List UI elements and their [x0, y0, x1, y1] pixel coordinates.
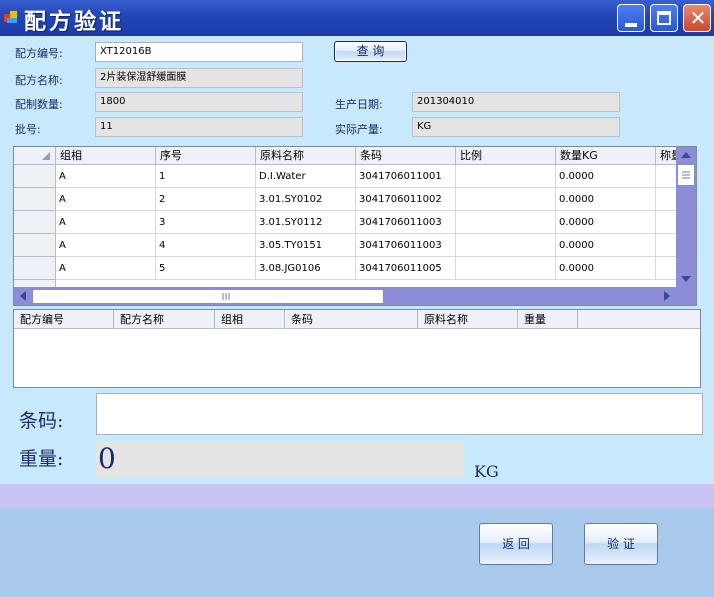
- grid-cell[interactable]: A: [56, 165, 156, 188]
- grid-cell[interactable]: D.I.Water: [256, 165, 356, 188]
- close-icon: ✕: [689, 6, 707, 30]
- minimize-button[interactable]: [617, 4, 645, 32]
- weight-label: 重量:: [19, 448, 64, 470]
- app-icon: [4, 10, 20, 24]
- status-strip: [0, 484, 714, 508]
- record-col-weight[interactable]: 重量: [518, 310, 578, 329]
- grid-cell[interactable]: [456, 188, 556, 211]
- actual-output-label: 实际产量:: [335, 123, 383, 136]
- grid-cell[interactable]: 3.01.SY0112: [256, 211, 356, 234]
- column-header-qty[interactable]: 数量KG: [556, 147, 656, 165]
- scroll-down-icon[interactable]: [676, 271, 696, 287]
- grid-cell[interactable]: 3041706011003: [356, 211, 456, 234]
- production-date-label: 生产日期:: [335, 98, 383, 111]
- recipe-name-label: 配方名称:: [15, 74, 63, 87]
- column-header-phase[interactable]: 组相: [56, 147, 156, 165]
- grid-cell[interactable]: 2: [156, 188, 256, 211]
- grid-cell[interactable]: 3041706011005: [356, 257, 456, 280]
- minimize-icon: [625, 23, 637, 27]
- column-header-seq[interactable]: 序号: [156, 147, 256, 165]
- grid-cell[interactable]: 5: [156, 257, 256, 280]
- grid-cell[interactable]: A: [56, 211, 156, 234]
- production-date-field: 201304010: [412, 92, 620, 112]
- row-header[interactable]: [14, 165, 56, 188]
- grid-cell[interactable]: 0.0000: [556, 257, 656, 280]
- grip-icon: [222, 293, 230, 300]
- grid-cell[interactable]: 0.0000: [556, 234, 656, 257]
- record-col-recipe-code[interactable]: 配方编号: [14, 310, 114, 329]
- grid-cell[interactable]: 4: [156, 234, 256, 257]
- record-col-filler: [578, 310, 700, 329]
- grid-cell[interactable]: 0.0000: [556, 211, 656, 234]
- scroll-corner: [676, 287, 696, 305]
- row-header[interactable]: [14, 211, 56, 234]
- batch-qty-field: 1800: [95, 92, 303, 112]
- grid-cell[interactable]: [456, 165, 556, 188]
- recipe-code-label: 配方编号:: [15, 47, 63, 60]
- weight-display: 0: [96, 441, 464, 477]
- weight-unit: KG: [474, 462, 499, 481]
- lot-no-label: 批号:: [15, 123, 41, 136]
- grid-cell[interactable]: [456, 211, 556, 234]
- grid-cell[interactable]: 3: [156, 211, 256, 234]
- column-header-material[interactable]: 原料名称: [256, 147, 356, 165]
- record-col-phase[interactable]: 组相: [215, 310, 285, 329]
- barcode-label: 条码:: [19, 410, 64, 432]
- batch-qty-label: 配制数量:: [15, 98, 63, 111]
- grid-cell[interactable]: [456, 234, 556, 257]
- column-header-ratio[interactable]: 比例: [456, 147, 556, 165]
- record-col-barcode[interactable]: 条码: [285, 310, 418, 329]
- maximize-button[interactable]: [650, 4, 678, 32]
- record-col-recipe-name[interactable]: 配方名称: [114, 310, 215, 329]
- actual-output-field: KG: [412, 117, 620, 137]
- lot-no-field: 11: [95, 117, 303, 137]
- grid-cell[interactable]: 3.01.SY0102: [256, 188, 356, 211]
- grip-icon: [682, 171, 690, 179]
- ingredient-grid[interactable]: 组相 序号 原料名称 条码 比例 数量KG 称量 A 1 D.I.Water 3…: [13, 146, 697, 306]
- barcode-input[interactable]: [96, 393, 703, 435]
- close-button[interactable]: ✕: [683, 4, 711, 32]
- grid-cell[interactable]: A: [56, 188, 156, 211]
- grid-cell[interactable]: A: [56, 234, 156, 257]
- grid-cell[interactable]: 3041706011001: [356, 165, 456, 188]
- grid-cell[interactable]: 3.08.JG0106: [256, 257, 356, 280]
- back-button[interactable]: 返 回: [479, 523, 553, 565]
- grid-cell[interactable]: 3041706011003: [356, 234, 456, 257]
- maximize-icon: [657, 11, 671, 25]
- record-grid[interactable]: 配方编号 配方名称 组相 条码 原料名称 重量: [13, 309, 701, 388]
- grid-cell[interactable]: 0.0000: [556, 188, 656, 211]
- verify-button[interactable]: 验 证: [584, 523, 658, 565]
- grid-cell[interactable]: 3041706011002: [356, 188, 456, 211]
- grid-corner-header[interactable]: [14, 147, 56, 165]
- recipe-code-input[interactable]: XT12016B: [95, 42, 303, 62]
- scroll-right-icon[interactable]: [660, 288, 674, 304]
- horizontal-scroll-thumb[interactable]: [32, 289, 384, 304]
- scroll-up-icon[interactable]: [676, 147, 696, 163]
- scroll-left-icon[interactable]: [16, 288, 30, 304]
- grid-cell[interactable]: 1: [156, 165, 256, 188]
- recipe-name-field: 2片装保湿舒缓面膜: [95, 68, 303, 88]
- record-col-material[interactable]: 原料名称: [418, 310, 518, 329]
- grid-cell[interactable]: [456, 257, 556, 280]
- row-header[interactable]: [14, 188, 56, 211]
- select-all-icon: [42, 152, 50, 160]
- column-header-barcode[interactable]: 条码: [356, 147, 456, 165]
- grid-cell[interactable]: 3.05.TY0151: [256, 234, 356, 257]
- vertical-scroll-thumb[interactable]: [677, 164, 695, 186]
- window-title: 配方验证: [24, 9, 125, 35]
- row-header[interactable]: [14, 257, 56, 280]
- row-header[interactable]: [14, 234, 56, 257]
- grid-cell[interactable]: A: [56, 257, 156, 280]
- query-button[interactable]: 查 询: [334, 41, 407, 62]
- grid-cell[interactable]: 0.0000: [556, 165, 656, 188]
